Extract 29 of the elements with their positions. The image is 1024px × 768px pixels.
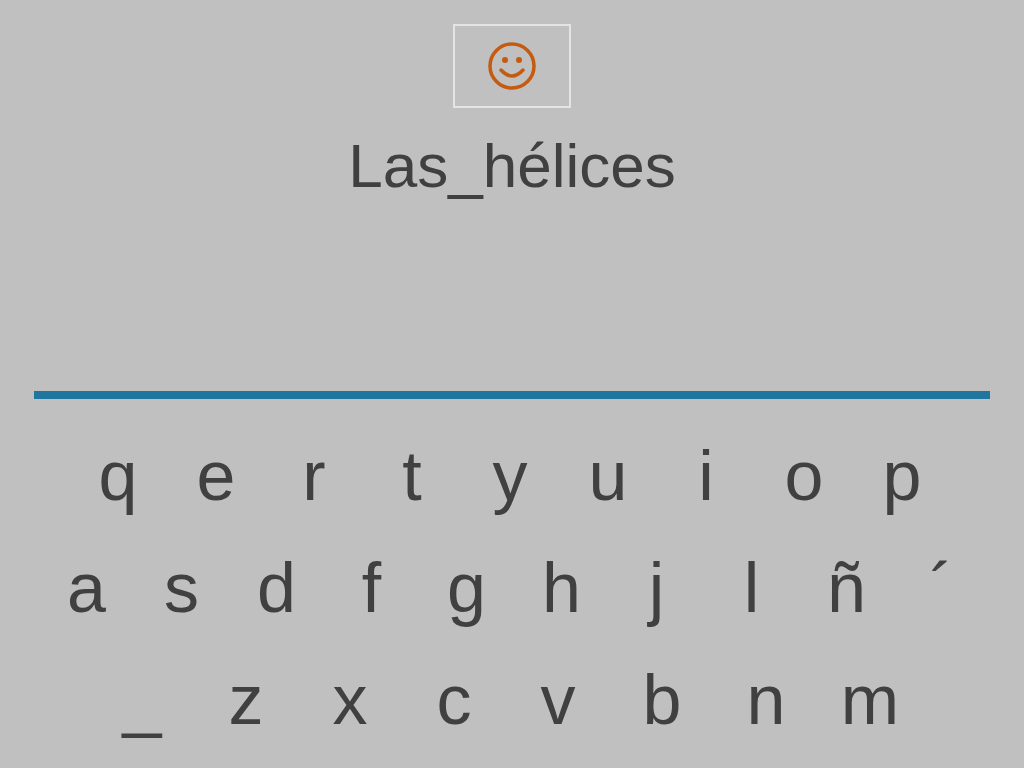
- letter-key[interactable]: g: [419, 546, 514, 630]
- letter-key[interactable]: c: [402, 658, 506, 742]
- letter-key[interactable]: ´: [894, 546, 989, 630]
- letter-key[interactable]: i: [657, 434, 755, 518]
- letter-key[interactable]: d: [229, 546, 324, 630]
- letter-key[interactable]: h: [514, 546, 609, 630]
- letter-key[interactable]: j: [609, 546, 704, 630]
- letter-key[interactable]: s: [134, 546, 229, 630]
- letter-key[interactable]: t: [363, 434, 461, 518]
- letter-key[interactable]: v: [506, 658, 610, 742]
- letter-key[interactable]: a: [39, 546, 134, 630]
- letter-key[interactable]: ñ: [799, 546, 894, 630]
- letter-key[interactable]: b: [610, 658, 714, 742]
- letter-key[interactable]: _: [90, 658, 194, 742]
- letter-key[interactable]: u: [559, 434, 657, 518]
- letter-key[interactable]: o: [755, 434, 853, 518]
- letter-key[interactable]: q: [69, 434, 167, 518]
- smiley-icon: [486, 40, 538, 92]
- letter-key[interactable]: l: [704, 546, 799, 630]
- letter-key[interactable]: f: [324, 546, 419, 630]
- letter-key[interactable]: z: [194, 658, 298, 742]
- letter-key[interactable]: x: [298, 658, 402, 742]
- letter-key[interactable]: y: [461, 434, 559, 518]
- letter-key[interactable]: m: [818, 658, 922, 742]
- word-text: Las_hélices: [348, 130, 676, 202]
- letter-key[interactable]: n: [714, 658, 818, 742]
- letter-key[interactable]: e: [167, 434, 265, 518]
- letter-key[interactable]: r: [265, 434, 363, 518]
- letter-key[interactable]: p: [853, 434, 951, 518]
